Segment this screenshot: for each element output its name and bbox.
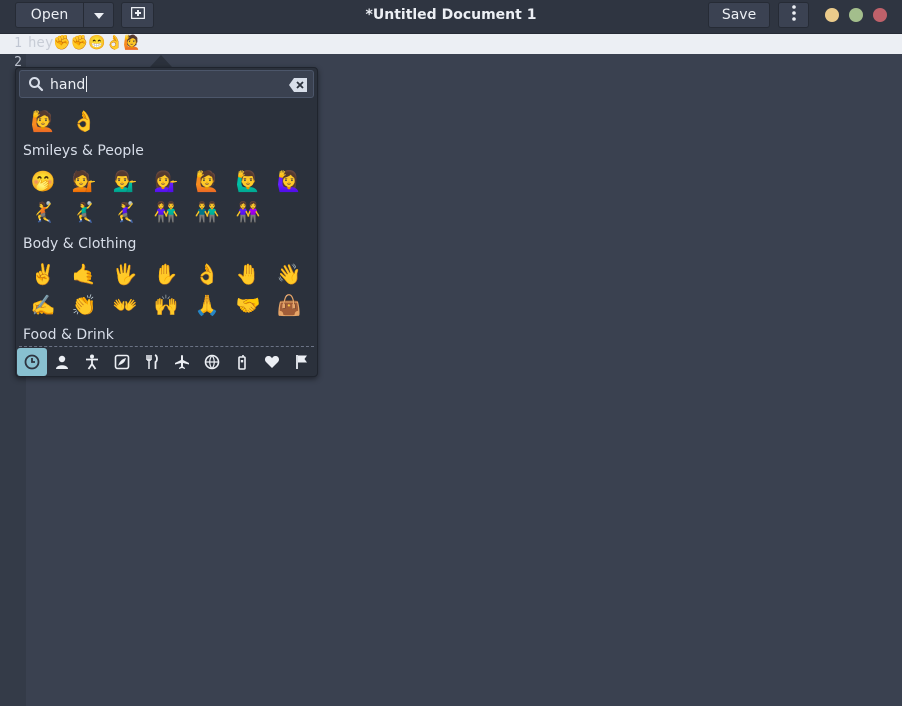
popover-arrow <box>150 55 172 67</box>
emoji-search-input[interactable]: hand <box>19 70 314 98</box>
category-bar <box>17 348 316 376</box>
section-title-smileys: Smileys & People <box>23 143 144 159</box>
emoji-button[interactable]: 👏 <box>69 290 99 320</box>
emoji-button[interactable]: 🤭 <box>28 166 58 196</box>
nature-icon[interactable] <box>107 348 137 376</box>
emoji-button[interactable]: 👌 <box>192 259 222 289</box>
main-menu-button[interactable] <box>778 2 809 28</box>
maximize-button[interactable] <box>849 8 863 22</box>
emoji-button[interactable]: 🙋 <box>28 106 58 136</box>
person-icon[interactable] <box>47 348 77 376</box>
emoji-button[interactable]: ✍️ <box>28 290 58 320</box>
body-icon[interactable] <box>77 348 107 376</box>
emoji-button[interactable]: ✌️ <box>28 259 58 289</box>
emoji-button[interactable]: 🤝 <box>233 290 263 320</box>
travel-icon[interactable] <box>167 348 197 376</box>
objects-icon[interactable] <box>227 348 257 376</box>
emoji-button[interactable]: ✋ <box>151 259 181 289</box>
emoji-button[interactable]: 👬 <box>192 197 222 227</box>
section-title-food: Food & Drink <box>23 327 114 343</box>
food-icon[interactable] <box>137 348 167 376</box>
clear-search-icon[interactable] <box>289 77 307 92</box>
emoji-button[interactable]: 🙌 <box>151 290 181 320</box>
text-caret <box>86 76 88 92</box>
emoji-button[interactable]: 👜 <box>274 290 304 320</box>
emoji-button[interactable]: 👫 <box>151 197 181 227</box>
emoji-button[interactable]: 🙏 <box>192 290 222 320</box>
editor-line-text[interactable]: hey✊✊😁👌🙋 <box>28 35 140 51</box>
section-title-body: Body & Clothing <box>23 236 137 252</box>
emoji-button[interactable]: 💁 <box>69 166 99 196</box>
emoji-button[interactable]: 💁‍♂️ <box>110 166 140 196</box>
line-number: 1 <box>14 36 22 51</box>
search-text[interactable]: hand <box>50 76 88 93</box>
search-icon <box>28 76 44 92</box>
emoji-button[interactable]: 🤾‍♀️ <box>110 197 140 227</box>
emoji-button[interactable]: 👌 <box>69 106 99 136</box>
kebab-menu-icon <box>791 5 796 25</box>
emoji-button[interactable]: 🤾 <box>28 197 58 227</box>
clock-icon[interactable] <box>17 348 47 376</box>
activities-icon[interactable] <box>197 348 227 376</box>
category-divider <box>19 346 314 347</box>
close-button[interactable] <box>873 8 887 22</box>
emoji-button[interactable]: 🤚 <box>233 259 263 289</box>
save-label: Save <box>721 7 757 23</box>
minimize-button[interactable] <box>825 8 839 22</box>
header-bar: Open *Untitled Document 1 Save <box>0 0 902 34</box>
emoji-button[interactable]: 👋 <box>274 259 304 289</box>
emoji-button[interactable]: 🙋 <box>192 166 222 196</box>
emoji-button[interactable]: 🤾‍♂️ <box>69 197 99 227</box>
search-value: hand <box>50 77 86 93</box>
symbols-icon[interactable] <box>257 348 287 376</box>
save-button[interactable]: Save <box>708 2 770 28</box>
emoji-button[interactable]: 🖐️ <box>110 259 140 289</box>
emoji-button[interactable]: 🤙 <box>69 259 99 289</box>
emoji-button[interactable]: 👭 <box>233 197 263 227</box>
flags-icon[interactable] <box>287 348 317 376</box>
emoji-chooser-popover: hand 🙋 👌 Smileys & People 🤭 💁 💁‍♂️ 💁‍♀️ … <box>15 67 318 377</box>
emoji-button[interactable]: 🙋‍♂️ <box>233 166 263 196</box>
emoji-button[interactable]: 👐 <box>110 290 140 320</box>
emoji-button[interactable]: 🙋‍♀️ <box>274 166 304 196</box>
emoji-button[interactable]: 💁‍♀️ <box>151 166 181 196</box>
